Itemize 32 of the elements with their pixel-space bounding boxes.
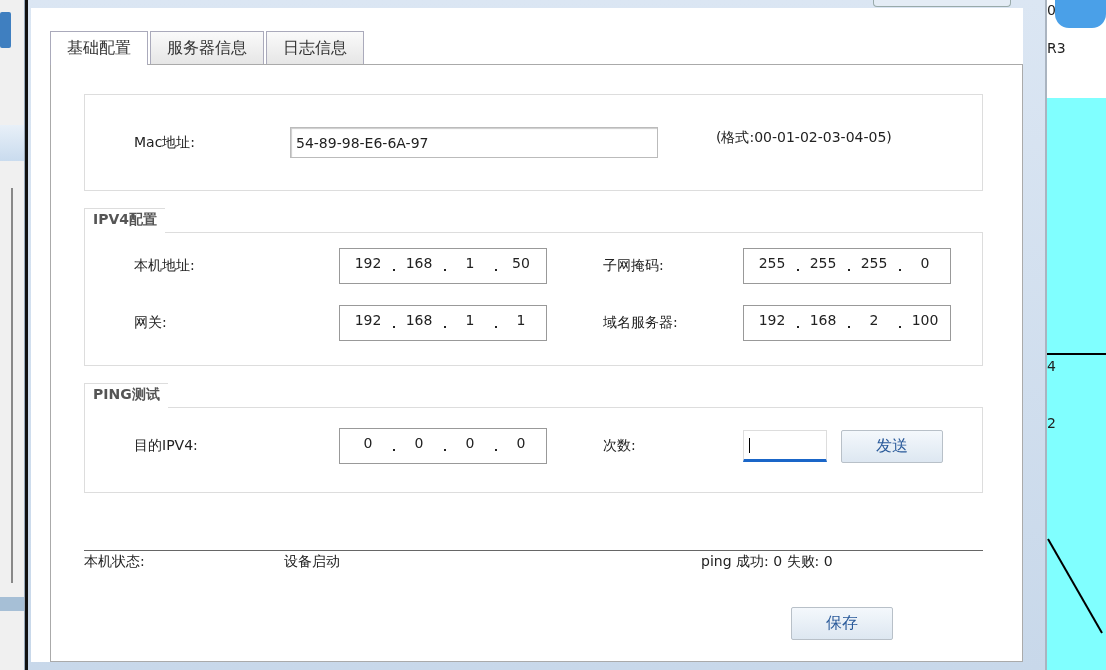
tab[interactable]: 日志信息 [266, 31, 364, 64]
status-label: 本机状态: [84, 553, 146, 571]
send-button[interactable]: 发送 [841, 429, 943, 463]
save-button[interactable]: 保存 [791, 607, 893, 640]
node-label: R3 [1047, 40, 1066, 56]
ip-field[interactable]: 192 168 1 50 [339, 248, 547, 284]
count-field[interactable] [743, 430, 827, 462]
field-label: 域名服务器: [603, 314, 679, 332]
link-line [1047, 352, 1106, 356]
status-value: 设备启动 [284, 553, 341, 571]
tab[interactable]: 基础配置 [50, 31, 148, 65]
node-label: 0 [1047, 2, 1056, 18]
ip-field[interactable]: 0 0 0 0 [339, 428, 547, 464]
ip-field[interactable]: 192 168 2 100 [743, 305, 951, 341]
field-label: 目的IPV4: [134, 437, 199, 455]
field-label: 本机地址: [134, 257, 196, 275]
section-title: PING测试 [84, 383, 168, 408]
ping-result: ping 成功: 0 失败: 0 [701, 553, 833, 571]
ip-field[interactable]: 192 168 1 1 [339, 305, 547, 341]
format-hint: (格式:00-01-02-03-04-05) [716, 128, 892, 147]
field-label: 次数: [603, 437, 637, 455]
ip-field[interactable]: 255 255 255 0 [743, 248, 951, 284]
window-controls[interactable] [873, 0, 1011, 7]
field-label: Mac地址: [134, 133, 197, 152]
field-label: 子网掩码: [603, 257, 665, 275]
tab[interactable]: 服务器信息 [150, 31, 264, 64]
node-label: 2 [1047, 415, 1056, 431]
section-title: IPV4配置 [84, 208, 166, 233]
field-label: 网关: [134, 314, 168, 332]
mac-field[interactable]: 54-89-98-E6-6A-97 [290, 127, 658, 158]
node-label: 4 [1047, 358, 1056, 374]
device-icon[interactable] [0, 12, 12, 48]
